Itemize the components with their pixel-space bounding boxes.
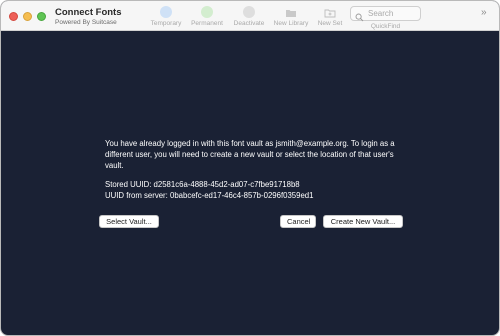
toolbar-permanent-button[interactable]: Permanent xyxy=(185,6,229,27)
quickfind-search-field[interactable]: Search xyxy=(350,6,421,22)
zoom-window-button[interactable] xyxy=(37,12,46,21)
toolbar-new-library-label: New Library xyxy=(273,20,309,27)
title-bar: Connect Fonts Powered By Suitcase Tempor… xyxy=(1,1,499,31)
server-uuid: UUID from server: 0babcefc-ed17-46c4-857… xyxy=(105,191,314,200)
quickfind-label: QuickFind xyxy=(370,23,401,30)
stored-uuid: Stored UUID: d2581c6a-4888-45d2-ad07-c7f… xyxy=(105,180,300,189)
search-placeholder: Search xyxy=(368,9,394,18)
toolbar-temporary-button[interactable]: Temporary xyxy=(144,6,188,27)
toolbar-temporary-label: Temporary xyxy=(150,20,182,27)
toolbar-new-library-button[interactable]: New Library xyxy=(269,6,313,27)
dialog-content: You have already logged in with this fon… xyxy=(1,32,499,335)
app-title: Connect Fonts xyxy=(55,7,122,18)
cancel-button[interactable]: Cancel xyxy=(280,215,316,228)
dialog-message: You have already logged in with this fon… xyxy=(105,139,395,170)
gray-circle-icon xyxy=(243,6,255,18)
toolbar-new-set-button[interactable]: New Set xyxy=(308,6,352,27)
app-subtitle: Powered By Suitcase xyxy=(55,19,117,26)
toolbar-deactivate-button[interactable]: Deactivate xyxy=(227,6,271,27)
toolbar-new-set-label: New Set xyxy=(317,20,343,27)
create-new-vault-button[interactable]: Create New Vault... xyxy=(323,215,403,228)
minimize-window-button[interactable] xyxy=(23,12,32,21)
green-circle-icon xyxy=(201,6,213,18)
toolbar-permanent-label: Permanent xyxy=(191,20,223,27)
uuid-info: Stored UUID: d2581c6a-4888-45d2-ad07-c7f… xyxy=(105,179,405,201)
folder-icon xyxy=(285,6,297,18)
toolbar-overflow-icon[interactable]: » xyxy=(481,7,486,18)
close-window-button[interactable] xyxy=(9,12,18,21)
toolbar-deactivate-label: Deactivate xyxy=(233,20,265,27)
select-vault-button[interactable]: Select Vault... xyxy=(99,215,159,228)
blue-circle-icon xyxy=(160,6,172,18)
app-window: Connect Fonts Powered By Suitcase Tempor… xyxy=(0,0,500,336)
new-folder-icon xyxy=(324,6,336,18)
